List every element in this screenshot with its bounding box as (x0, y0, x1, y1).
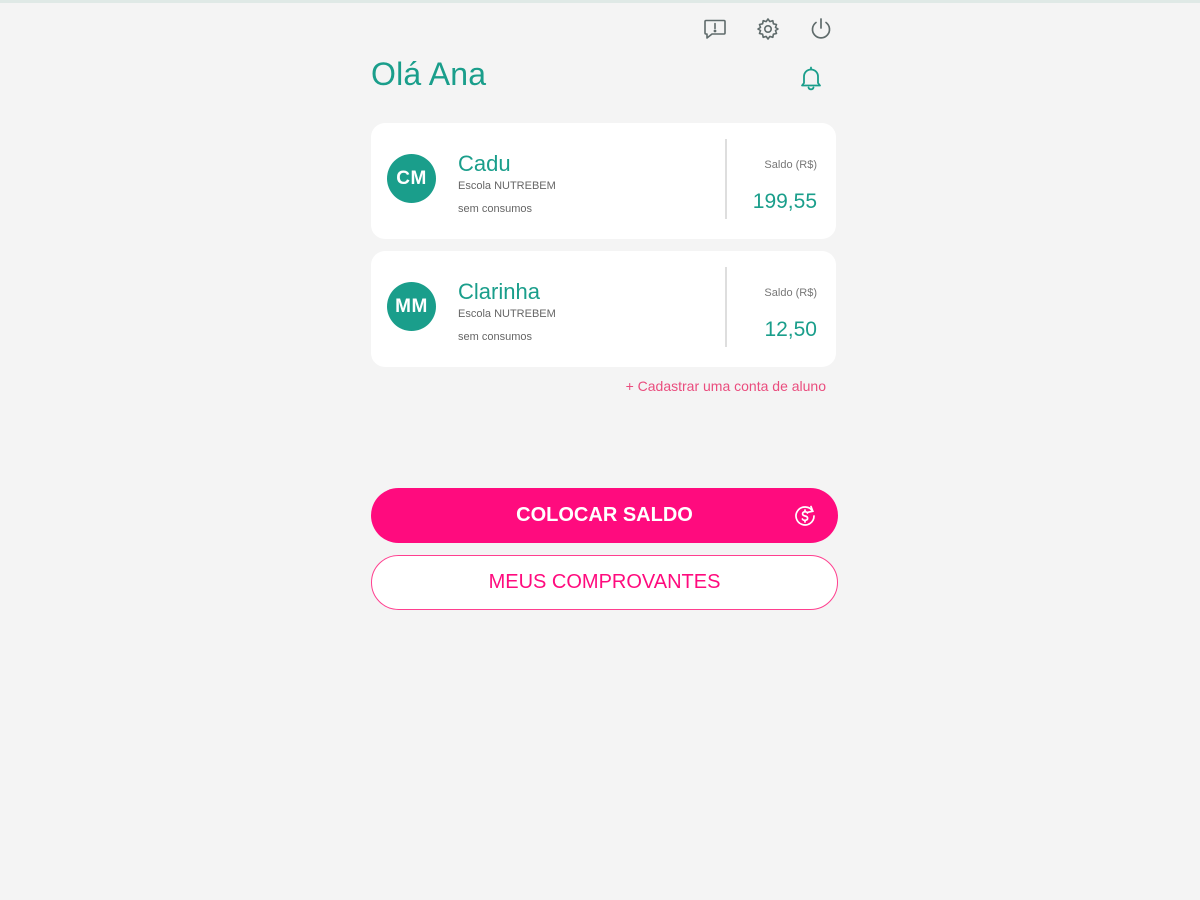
bell-icon[interactable] (795, 62, 827, 94)
divider (725, 267, 727, 347)
balance-value: 12,50 (764, 318, 817, 341)
balance-label: Saldo (R$) (764, 287, 817, 299)
add-balance-label: COLOCAR SALDO (516, 504, 693, 526)
avatar: MM (387, 282, 436, 331)
greeting-title: Olá Ana (371, 56, 487, 92)
student-card[interactable]: MM Clarinha Escola NUTREBEM sem consumos… (371, 251, 836, 367)
school-name: Escola NUTREBEM (458, 180, 556, 192)
balance-label: Saldo (R$) (764, 159, 817, 171)
consumption-status: sem consumos (458, 331, 532, 343)
receipts-label: MEUS COMPROVANTES (488, 571, 721, 593)
avatar: CM (387, 154, 436, 203)
student-card[interactable]: CM Cadu Escola NUTREBEM sem consumos Sal… (371, 123, 836, 239)
student-name: Cadu (458, 151, 511, 176)
power-icon[interactable] (806, 14, 836, 44)
receipts-button[interactable]: MEUS COMPROVANTES (371, 555, 838, 610)
add-student-link[interactable]: + Cadastrar uma conta de aluno (626, 378, 826, 394)
topbar-actions (700, 14, 836, 44)
student-name: Clarinha (458, 279, 540, 304)
top-border (0, 0, 1200, 3)
coin-icon (795, 505, 815, 526)
feedback-icon[interactable] (700, 14, 730, 44)
add-balance-button[interactable]: COLOCAR SALDO (371, 488, 838, 543)
balance-value: 199,55 (752, 190, 817, 213)
consumption-status: sem consumos (458, 203, 532, 215)
divider (725, 139, 727, 219)
gear-icon[interactable] (753, 14, 783, 44)
school-name: Escola NUTREBEM (458, 308, 556, 320)
